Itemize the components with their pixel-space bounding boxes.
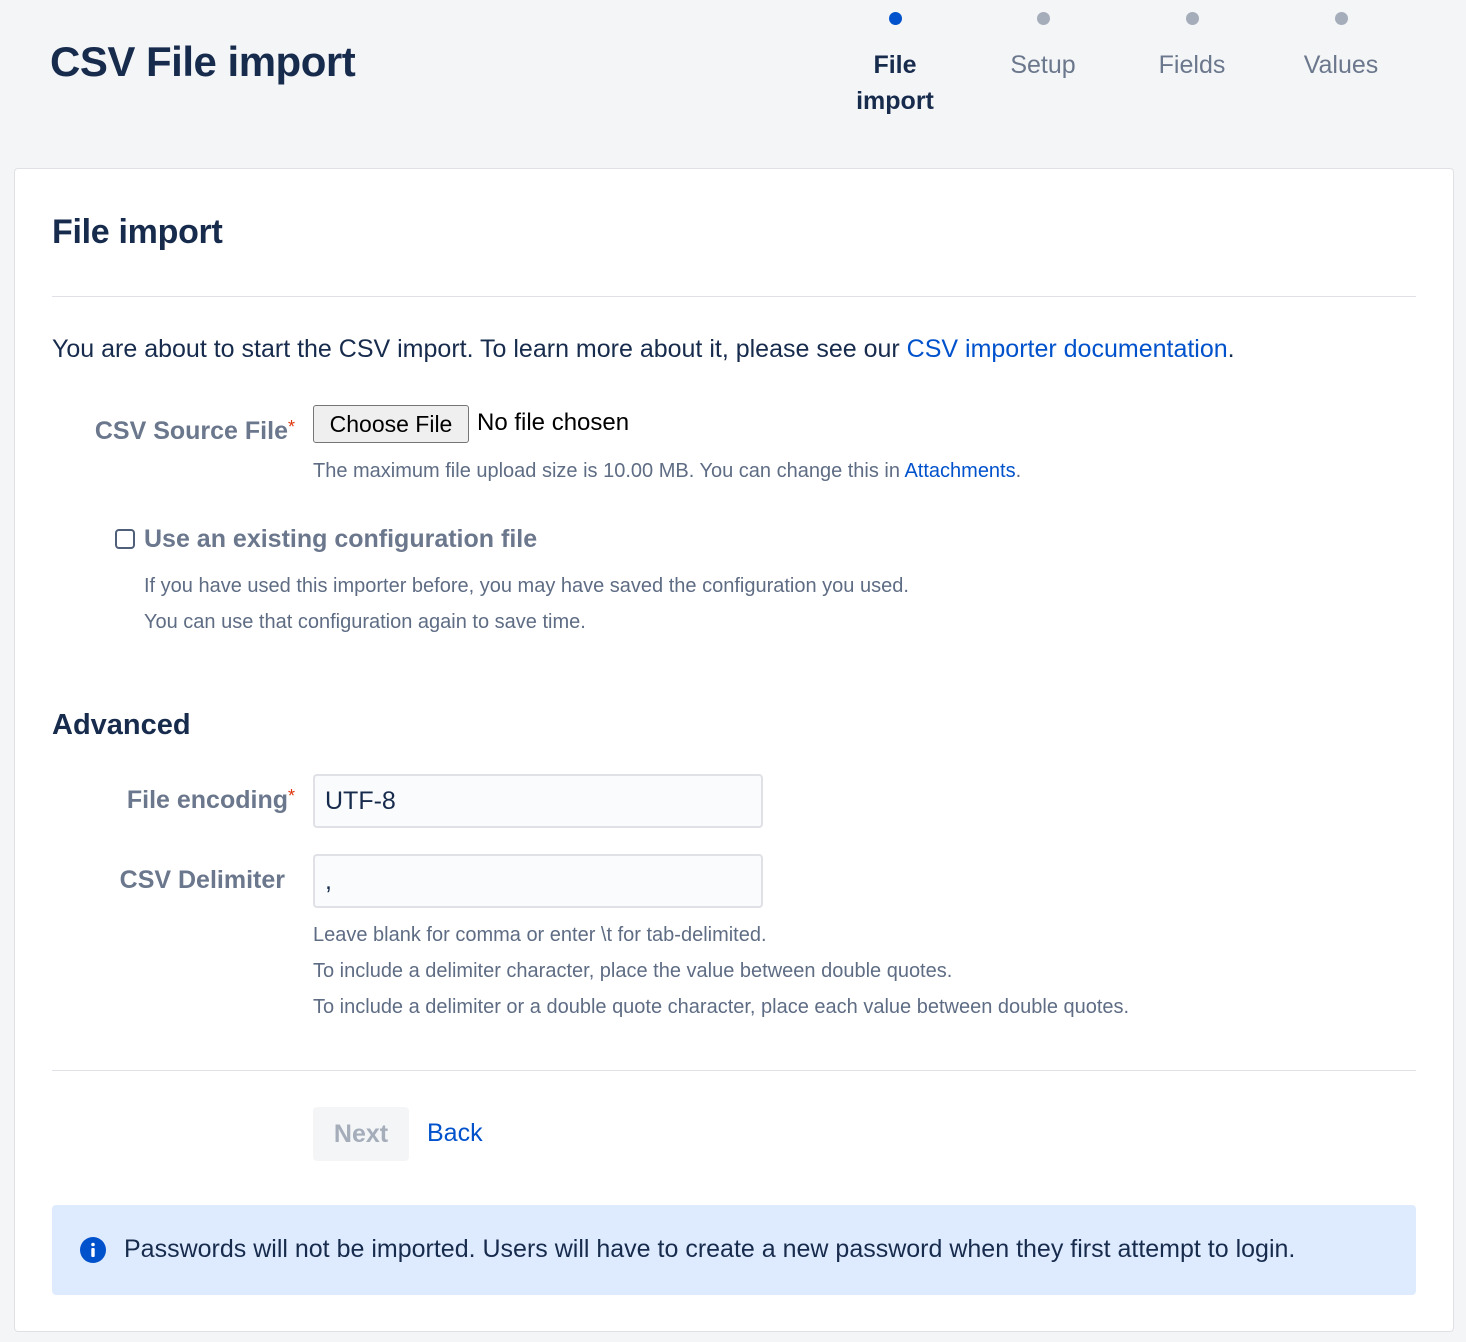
- label-text: File encoding: [126, 786, 288, 814]
- step-dot-icon: [1334, 12, 1348, 25]
- intro-text-body: You are about to start the CSV import. T…: [52, 335, 907, 363]
- panel-title: File import: [52, 213, 223, 251]
- step-dot-icon: [1185, 12, 1199, 25]
- step-fields: Fields: [1122, 12, 1262, 83]
- next-button[interactable]: Next: [313, 1107, 409, 1161]
- documentation-link[interactable]: CSV importer documentation: [907, 335, 1228, 363]
- use-config-label[interactable]: Use an existing configuration file: [144, 525, 537, 554]
- delimiter-help-line-2: To include a delimiter character, place …: [313, 960, 953, 982]
- divider: [52, 1070, 1416, 1071]
- label-text: CSV Source File: [94, 417, 288, 445]
- use-config-checkbox[interactable]: [115, 529, 135, 549]
- required-mark: *: [287, 417, 295, 437]
- required-mark: *: [287, 786, 295, 806]
- import-panel: File import You are about to start the C…: [14, 168, 1454, 1332]
- step-label: Values: [1303, 51, 1379, 79]
- info-message: Passwords will not be imported. Users wi…: [52, 1205, 1416, 1295]
- config-help-line-1: If you have used this importer before, y…: [144, 575, 909, 597]
- step-label: Fields: [1158, 51, 1226, 79]
- config-help-line-2: You can use that configuration again to …: [144, 611, 586, 633]
- step-file-import: File import: [825, 12, 965, 119]
- help-text: The maximum file upload size is 10.00 MB…: [313, 460, 905, 482]
- delimiter-help-line-3: To include a delimiter or a double quote…: [313, 996, 1130, 1018]
- advanced-section-title: Advanced: [52, 709, 191, 741]
- info-icon: [80, 1237, 106, 1263]
- step-values: Values: [1271, 12, 1411, 83]
- file-encoding-input[interactable]: [313, 774, 763, 828]
- csv-delimiter-label: CSV Delimiter: [119, 866, 285, 894]
- step-label: Setup: [1010, 51, 1076, 79]
- file-size-help: The maximum file upload size is 10.00 MB…: [313, 453, 1021, 489]
- help-end: .: [1015, 460, 1022, 482]
- attachments-link[interactable]: Attachments: [904, 460, 1015, 482]
- delimiter-help-line-1: Leave blank for comma or enter \t for ta…: [313, 924, 767, 946]
- choose-file-button[interactable]: Choose File: [313, 405, 469, 443]
- progress-tracker: File import Setup Fields Values: [0, 0, 1466, 140]
- file-encoding-label: File encoding*: [25, 786, 295, 815]
- divider: [52, 296, 1416, 297]
- step-dot-icon: [888, 12, 902, 25]
- info-text: Passwords will not be imported. Users wi…: [124, 1235, 1296, 1263]
- intro-text-end: .: [1227, 335, 1235, 363]
- file-status: No file chosen: [477, 409, 630, 436]
- step-setup: Setup: [973, 12, 1113, 83]
- intro-text: You are about to start the CSV import. T…: [52, 335, 1235, 364]
- step-dot-icon: [1036, 12, 1050, 25]
- step-label: File import: [856, 51, 934, 115]
- back-link[interactable]: Back: [427, 1119, 483, 1148]
- csv-source-file-label: CSV Source File*: [25, 417, 295, 446]
- csv-delimiter-input[interactable]: [313, 854, 763, 908]
